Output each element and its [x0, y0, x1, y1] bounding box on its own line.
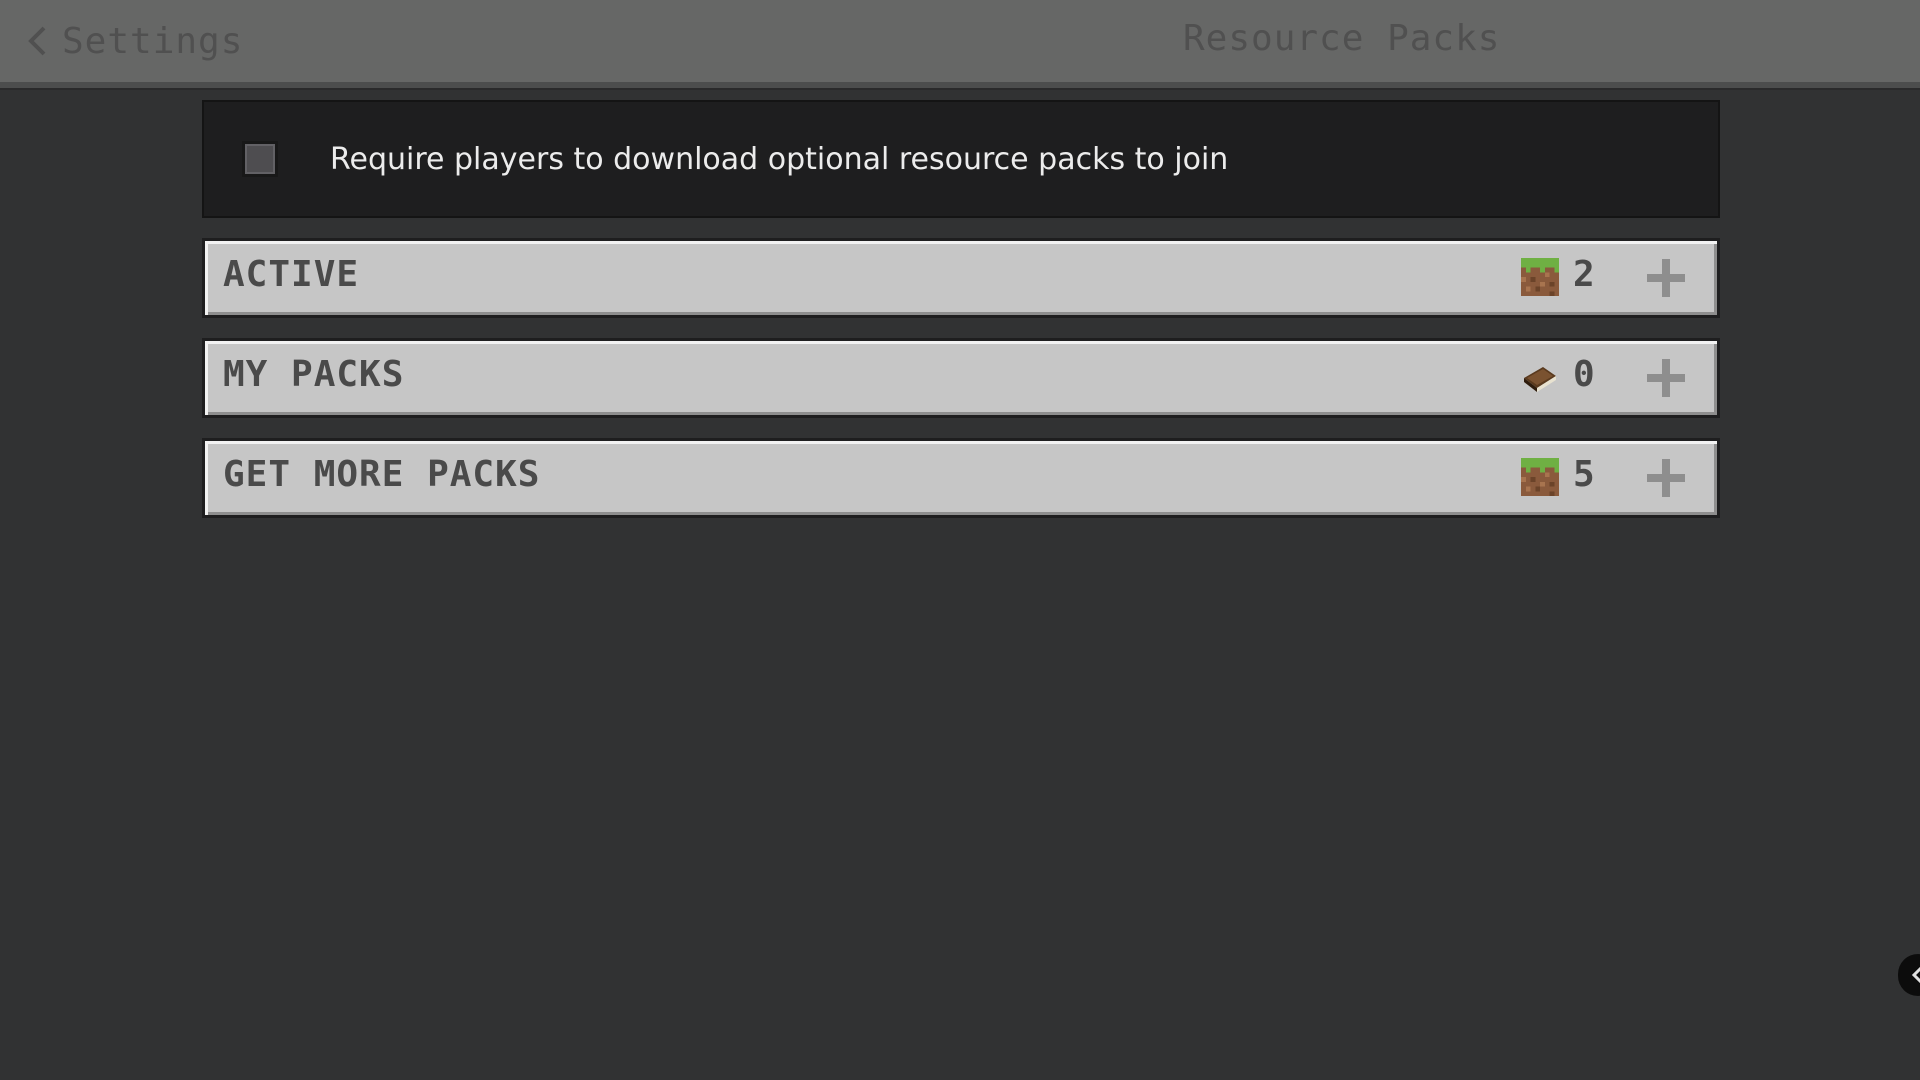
section-get-more-packs[interactable]: GET MORE PACKS 5 — [202, 438, 1720, 518]
section-my-packs[interactable]: MY PACKS 0 — [202, 338, 1720, 418]
grass-block-icon — [1521, 458, 1559, 496]
pack-count: 5 — [1573, 454, 1595, 495]
chevron-left-icon — [28, 26, 46, 56]
side-panel-toggle[interactable] — [1898, 954, 1920, 996]
pack-count: 2 — [1573, 254, 1595, 295]
chevron-left-icon — [1911, 966, 1920, 984]
back-button[interactable]: Settings — [26, 16, 243, 66]
plus-icon[interactable] — [1645, 257, 1687, 299]
require-download-checkbox[interactable] — [242, 141, 278, 177]
pack-count: 0 — [1573, 354, 1595, 395]
plus-icon[interactable] — [1645, 357, 1687, 399]
grass-block-icon — [1521, 258, 1559, 296]
top-bar: Settings Resource Packs — [0, 0, 1920, 88]
section-label: GET MORE PACKS — [223, 454, 541, 495]
back-button-label: Settings — [62, 20, 244, 62]
page-title: Resource Packs — [1183, 18, 1501, 59]
require-download-option: Require players to download optional res… — [202, 100, 1720, 218]
plus-icon[interactable] — [1645, 457, 1687, 499]
section-label: MY PACKS — [223, 354, 405, 395]
section-active[interactable]: ACTIVE 2 — [202, 238, 1720, 318]
book-icon — [1524, 367, 1556, 392]
require-download-label: Require players to download optional res… — [330, 141, 1229, 177]
resource-packs-content: Require players to download optional res… — [202, 100, 1720, 518]
section-label: ACTIVE — [223, 254, 360, 295]
